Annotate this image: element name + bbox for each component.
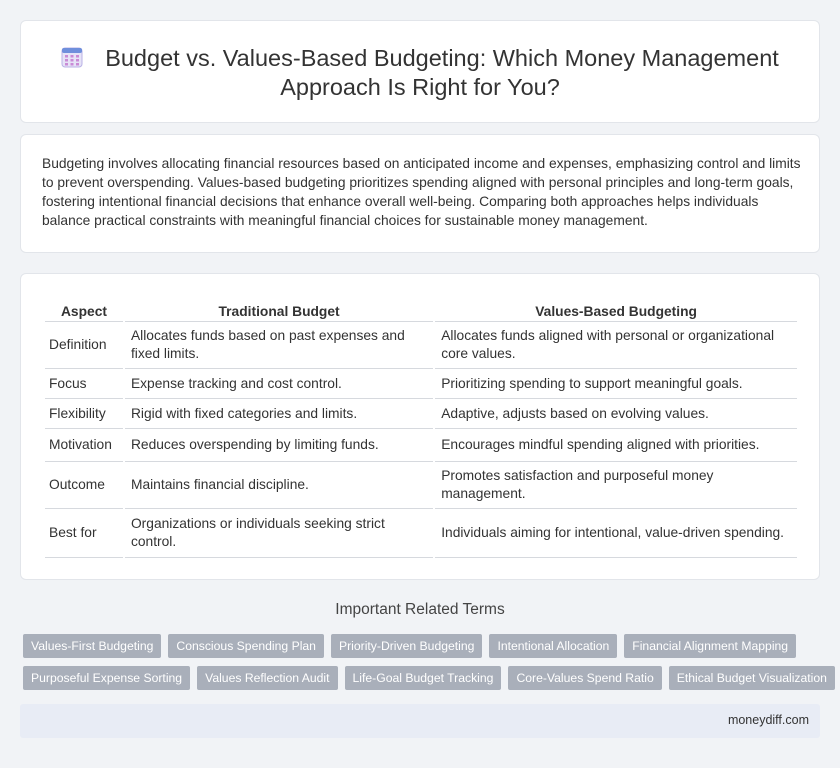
- related-term-tag[interactable]: Ethical Budget Visualization: [668, 666, 835, 690]
- traditional-cell: Organizations or individuals seeking str…: [124, 509, 434, 558]
- related-term-tag[interactable]: Priority-Driven Budgeting: [330, 634, 483, 658]
- values-based-cell: Promotes satisfaction and purposeful mon…: [435, 462, 797, 509]
- footer-site-link[interactable]: moneydiff.com: [728, 713, 809, 727]
- values-based-cell: Adaptive, adjusts based on evolving valu…: [435, 399, 797, 429]
- related-terms-tags: Values-First Budgeting Conscious Spendin…: [23, 634, 835, 698]
- values-based-cell: Prioritizing spending to support meaning…: [435, 369, 797, 399]
- footer: moneydiff.com: [20, 704, 820, 738]
- related-term-tag[interactable]: Intentional Allocation: [489, 634, 618, 658]
- related-term-tag[interactable]: Financial Alignment Mapping: [624, 634, 797, 658]
- traditional-cell: Rigid with fixed categories and limits.: [124, 399, 434, 429]
- table-header-row: Aspect Traditional Budget Values-Based B…: [45, 296, 797, 322]
- related-term-tag[interactable]: Conscious Spending Plan: [168, 634, 324, 658]
- related-term-tag[interactable]: Life-Goal Budget Tracking: [344, 666, 502, 690]
- aspect-cell: Focus: [45, 369, 123, 399]
- title-card: Budget vs. Values-Based Budgeting: Which…: [20, 20, 820, 123]
- table-row: Focus Expense tracking and cost control.…: [45, 369, 797, 399]
- related-term-tag[interactable]: Purposeful Expense Sorting: [23, 666, 191, 690]
- traditional-cell: Maintains financial discipline.: [124, 462, 434, 509]
- traditional-cell: Reduces overspending by limiting funds.: [124, 429, 434, 462]
- traditional-cell: Allocates funds based on past expenses a…: [124, 322, 434, 369]
- related-term-tag[interactable]: Values Reflection Audit: [197, 666, 338, 690]
- column-header: Values-Based Budgeting: [435, 296, 797, 322]
- aspect-cell: Outcome: [45, 462, 123, 509]
- values-based-cell: Encourages mindful spending aligned with…: [435, 429, 797, 462]
- page-title: Budget vs. Values-Based Budgeting: Which…: [21, 44, 819, 102]
- table-row: Flexibility Rigid with fixed categories …: [45, 399, 797, 429]
- page-title-text: Budget vs. Values-Based Budgeting: Which…: [105, 45, 779, 100]
- traditional-cell: Expense tracking and cost control.: [124, 369, 434, 399]
- table-row: Definition Allocates funds based on past…: [45, 322, 797, 369]
- column-header: Traditional Budget: [124, 296, 434, 322]
- related-term-tag[interactable]: Core-Values Spend Ratio: [508, 666, 662, 690]
- column-header: Aspect: [45, 296, 123, 322]
- aspect-cell: Definition: [45, 322, 123, 369]
- tag-row: Values-First Budgeting Conscious Spendin…: [23, 634, 823, 658]
- aspect-cell: Best for: [45, 509, 123, 558]
- table-row: Motivation Reduces overspending by limit…: [45, 429, 797, 462]
- values-based-cell: Individuals aiming for intentional, valu…: [435, 509, 797, 558]
- values-based-cell: Allocates funds aligned with personal or…: [435, 322, 797, 369]
- aspect-cell: Flexibility: [45, 399, 123, 429]
- table-row: Outcome Maintains financial discipline. …: [45, 462, 797, 509]
- comparison-card: Aspect Traditional Budget Values-Based B…: [20, 273, 820, 580]
- tag-row: Purposeful Expense Sorting Values Reflec…: [23, 666, 835, 690]
- table-row: Best for Organizations or individuals se…: [45, 509, 797, 558]
- comparison-table: Aspect Traditional Budget Values-Based B…: [43, 296, 799, 558]
- related-terms-title: Important Related Terms: [335, 601, 505, 618]
- aspect-cell: Motivation: [45, 429, 123, 462]
- related-term-tag[interactable]: Values-First Budgeting: [23, 634, 162, 658]
- intro-card: Budgeting involves allocating financial …: [20, 134, 820, 253]
- calendar-icon: [61, 47, 83, 68]
- intro-paragraph: Budgeting involves allocating financial …: [42, 156, 801, 228]
